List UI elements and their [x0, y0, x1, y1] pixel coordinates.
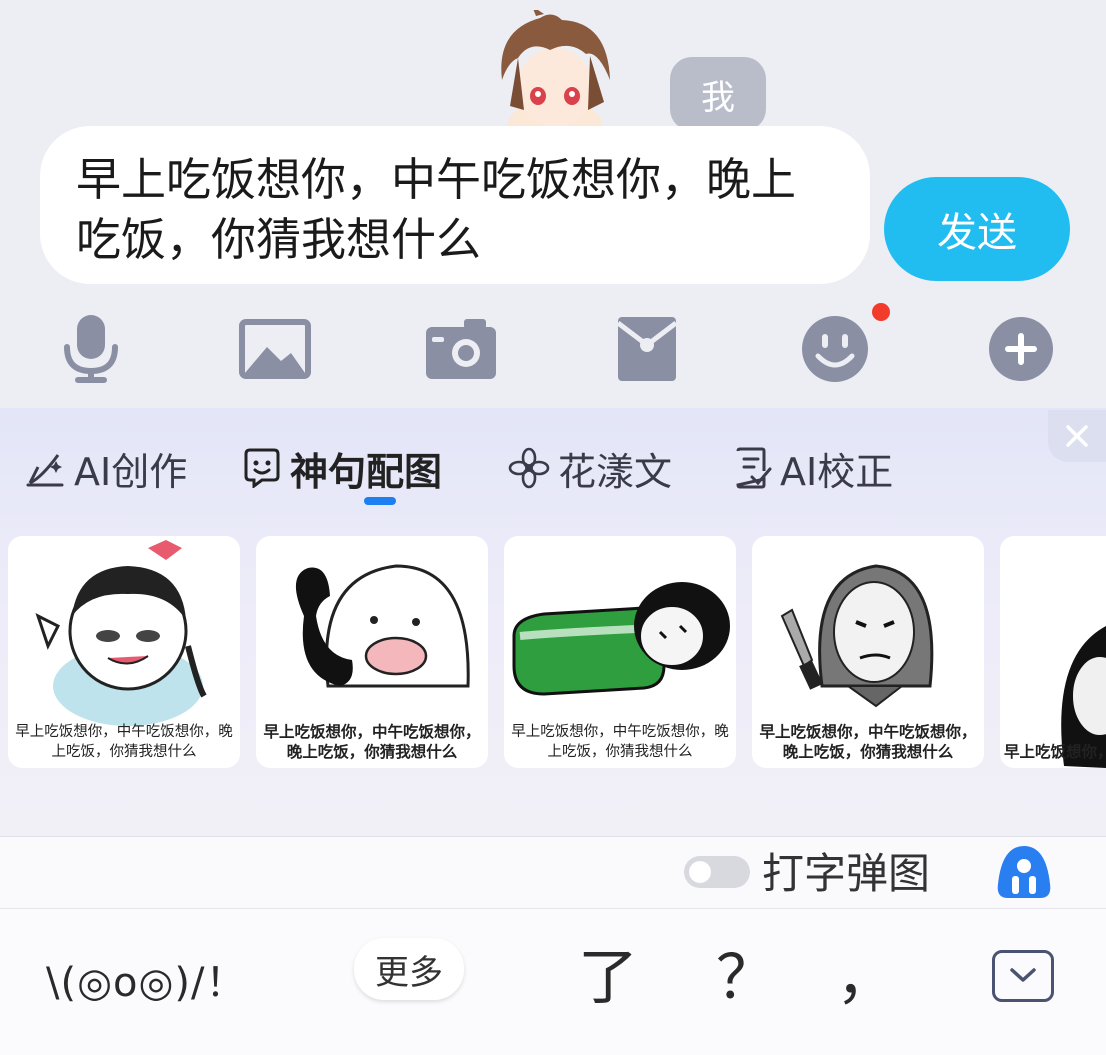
- candidate-key[interactable]: ，: [836, 938, 896, 1018]
- meme-image: [295, 564, 470, 688]
- smile-chat-icon: [244, 448, 280, 488]
- doc-check-icon: [736, 447, 772, 489]
- emoji-icon[interactable]: [796, 310, 874, 388]
- tab-ai-correct[interactable]: AI校正: [734, 440, 893, 496]
- message-input[interactable]: 早上吃饭想你，中午吃饭想你，晚上吃饭，你猜我想什么: [40, 126, 870, 284]
- flower-icon: [508, 447, 550, 489]
- meme-image: [35, 540, 207, 726]
- meme-card[interactable]: 早上吃饭想你，中午吃饭想你，晚上吃饭，你猜我想什么: [504, 536, 736, 768]
- tab-quote-image[interactable]: 神句配图: [242, 440, 442, 496]
- microphone-icon[interactable]: [52, 310, 130, 388]
- more-button[interactable]: 更多: [354, 938, 464, 1000]
- user-avatar[interactable]: [490, 10, 620, 128]
- meme-image: [780, 564, 934, 708]
- camera-icon[interactable]: [422, 310, 500, 388]
- notification-dot: [872, 303, 890, 321]
- meme-card[interactable]: 早上吃饭想你，中午吃饭想你，晚上吃饭，你猜我想什么: [256, 536, 488, 768]
- collapse-keyboard-button[interactable]: [992, 950, 1054, 1002]
- candidate-key[interactable]: ？: [716, 938, 776, 1018]
- meme-caption: 早上吃饭想你，中午吃饭想你，晚上吃饭，你猜我想什么: [15, 724, 233, 760]
- typing-popup-label: 打字弹图: [762, 849, 931, 898]
- meme-caption: 早上吃饭想你，中午吃饭想你，晚上吃饭，你猜我想什么: [511, 724, 729, 760]
- plus-icon[interactable]: [982, 310, 1060, 388]
- tab-label: AI创作: [74, 449, 188, 494]
- red-envelope-icon[interactable]: [608, 310, 686, 388]
- meme-card[interactable]: 早上吃饭想你，中午吃饭想你，晚上吃饭，你猜我想什么: [8, 536, 240, 768]
- tab-label: 花漾文: [558, 449, 673, 494]
- meme-image: [512, 582, 730, 696]
- active-tab-indicator: [364, 497, 396, 505]
- meme-caption: 早上吃饭想你，中午吃饭想你，晚上吃饭，你猜我想什么: [759, 722, 977, 761]
- meme-card[interactable]: 早上吃饭想你，中午吃饭想你，晚上吃饭，你猜我想什么: [752, 536, 984, 768]
- tab-fancy-text[interactable]: 花漾文: [508, 440, 672, 496]
- meme-card[interactable]: 早上吃饭想你，中午吃饭想你，晚上吃饭，你猜我想什么: [1000, 536, 1106, 768]
- pen-sparkle-icon: [26, 454, 64, 487]
- send-button[interactable]: 发送: [884, 177, 1070, 281]
- kaomoji-candidate[interactable]: \(◎o◎)/！: [46, 950, 246, 1008]
- tab-label: AI校正: [780, 449, 894, 494]
- image-icon[interactable]: [236, 310, 314, 388]
- setting-bar: [0, 836, 1106, 909]
- chevron-down-icon: [1010, 968, 1036, 982]
- meme-caption: 早上吃饭想你，中午吃饭想你，晚上吃饭，你猜我想什么: [263, 722, 481, 761]
- meme-caption: 早上吃饭想你，中午吃饭想你，晚上吃饭，你猜我想什么: [1004, 742, 1106, 761]
- meme-image: [1061, 626, 1106, 768]
- close-icon: [1066, 425, 1088, 447]
- toggle-knob: [689, 861, 711, 883]
- tab-ai-create[interactable]: AI创作: [24, 440, 187, 496]
- sender-badge: 我: [670, 57, 766, 131]
- tab-label: 神句配图: [290, 449, 443, 494]
- candidate-key[interactable]: 了: [578, 938, 638, 1018]
- keyboard-brand-icon[interactable]: [996, 844, 1052, 900]
- close-panel-button[interactable]: [1048, 410, 1106, 462]
